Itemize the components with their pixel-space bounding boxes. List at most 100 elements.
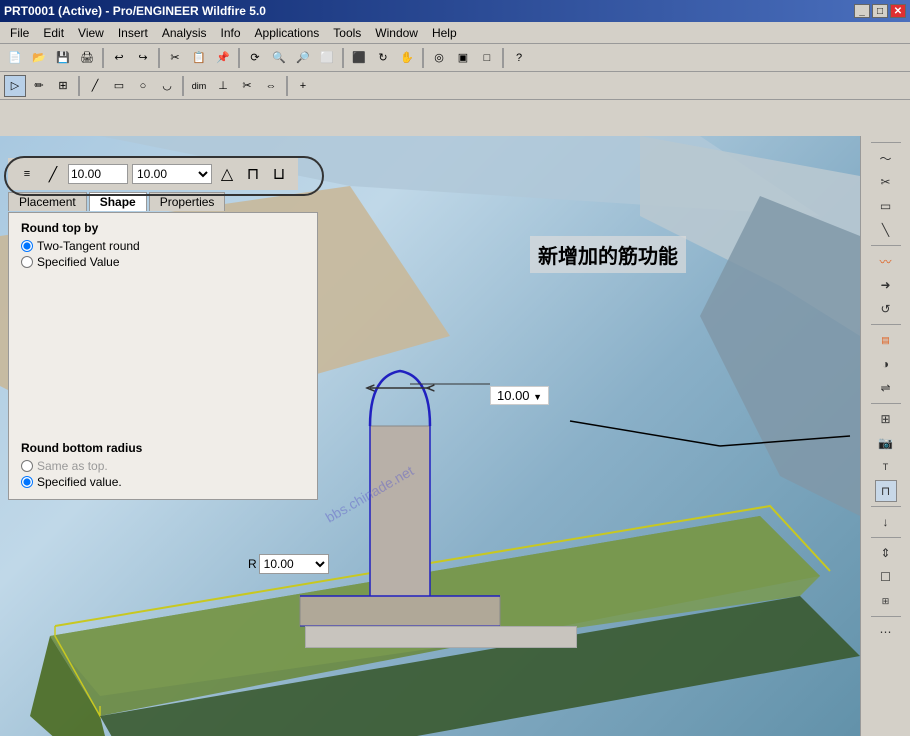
- diagonal-icon[interactable]: ╲: [875, 219, 897, 241]
- tab-shape[interactable]: Shape: [89, 192, 147, 211]
- fit-button[interactable]: ⬜: [316, 47, 338, 69]
- rectangle-icon[interactable]: ▭: [875, 195, 897, 217]
- menu-edit[interactable]: Edit: [37, 24, 70, 42]
- dimension-value-box[interactable]: 10.00 ▼: [490, 386, 549, 405]
- arc2-icon[interactable]: ◑: [875, 353, 897, 375]
- menu-view[interactable]: View: [72, 24, 110, 42]
- new-button[interactable]: 📄: [4, 47, 26, 69]
- cut-button[interactable]: ✂: [164, 47, 186, 69]
- specified-value-radio[interactable]: [21, 256, 33, 268]
- separator3: [238, 48, 240, 68]
- dimension-input[interactable]: 10.00: [68, 164, 128, 184]
- save-button[interactable]: 💾: [52, 47, 74, 69]
- same-as-top-radio[interactable]: [21, 460, 33, 472]
- titlebar: PRT0001 (Active) - Pro/ENGINEER Wildfire…: [0, 0, 910, 22]
- menu-insert[interactable]: Insert: [112, 24, 154, 42]
- scale-icon[interactable]: ⇕: [875, 542, 897, 564]
- select-button[interactable]: ▷: [4, 75, 26, 97]
- separator7: [78, 76, 80, 96]
- rectangle-button[interactable]: ▭: [108, 75, 130, 97]
- two-tangent-label: Two-Tangent round: [37, 239, 140, 253]
- arc-button[interactable]: ◡: [156, 75, 178, 97]
- separator6: [502, 48, 504, 68]
- paste-button[interactable]: 📌: [212, 47, 234, 69]
- help-button[interactable]: ?: [508, 47, 530, 69]
- dim-dropdown[interactable]: 10.00: [132, 164, 212, 184]
- extra1-icon[interactable]: ⋯: [875, 621, 897, 643]
- print-button[interactable]: 🖨: [76, 47, 98, 69]
- menu-applications[interactable]: Applications: [249, 24, 326, 42]
- constraint2-button[interactable]: ⊥: [212, 75, 234, 97]
- down-arrow-icon[interactable]: ↓: [875, 511, 897, 533]
- right-sep7: [871, 616, 901, 617]
- specified-value2-label: Specified value.: [37, 475, 122, 489]
- specified-value2-radio[interactable]: [21, 476, 33, 488]
- constraint-button[interactable]: ⊞: [52, 75, 74, 97]
- close-button[interactable]: ✕: [890, 4, 906, 18]
- menubar: File Edit View Insert Analysis Info Appl…: [0, 22, 910, 44]
- rib-icon[interactable]: ⊓: [875, 480, 897, 502]
- wave-icon[interactable]: 〰: [875, 250, 897, 272]
- feature-toolbar: ≡ ╱ 10.00 10.00 △ ⊓ ⊔: [8, 158, 298, 190]
- gray-bar: [305, 626, 577, 648]
- sketch-line-icon[interactable]: ╱: [42, 163, 64, 185]
- tab-properties[interactable]: Properties: [149, 192, 226, 211]
- menu-analysis[interactable]: Analysis: [156, 24, 213, 42]
- sketch-tool-button[interactable]: ✏: [28, 75, 50, 97]
- box-icon[interactable]: ☐: [875, 566, 897, 588]
- shape-btn2[interactable]: ⊔: [268, 163, 290, 185]
- menu-window[interactable]: Window: [369, 24, 424, 42]
- dim2-icon[interactable]: ▤: [875, 329, 897, 351]
- sketch-spacer: [21, 271, 305, 441]
- zoom-in-button[interactable]: 🔍: [268, 47, 290, 69]
- right-sep4: [871, 403, 901, 404]
- arrow-icon[interactable]: ➜: [875, 274, 897, 296]
- dimension-button[interactable]: dim: [188, 75, 210, 97]
- refresh-button[interactable]: ⟳: [244, 47, 266, 69]
- menu-help[interactable]: Help: [426, 24, 463, 42]
- circle-button[interactable]: ○: [132, 75, 154, 97]
- open-button[interactable]: 📂: [28, 47, 50, 69]
- menu-file[interactable]: File: [4, 24, 35, 42]
- minimize-button[interactable]: _: [854, 4, 870, 18]
- shape-btn1[interactable]: ⊓: [242, 163, 264, 185]
- view3d-button[interactable]: ⬛: [348, 47, 370, 69]
- undo-button[interactable]: ↩: [108, 47, 130, 69]
- right-sep3: [871, 324, 901, 325]
- add-button[interactable]: △: [216, 163, 238, 185]
- dim-dropdown-arrow[interactable]: ▼: [533, 392, 542, 402]
- trim-button[interactable]: ✂: [236, 75, 258, 97]
- menu-tools[interactable]: Tools: [327, 24, 367, 42]
- mirror2-icon[interactable]: ⇌: [875, 377, 897, 399]
- display1-button[interactable]: ◎: [428, 47, 450, 69]
- r-label: R: [248, 557, 257, 571]
- maximize-button[interactable]: □: [872, 4, 888, 18]
- copy-button[interactable]: 📋: [188, 47, 210, 69]
- align-icon[interactable]: ≡: [16, 163, 38, 185]
- zoom-out-button[interactable]: 🔎: [292, 47, 314, 69]
- curve-icon[interactable]: 〜: [875, 147, 897, 169]
- display2-button[interactable]: ▣: [452, 47, 474, 69]
- right-sep1: [871, 142, 901, 143]
- grid-icon[interactable]: ⊞: [875, 590, 897, 612]
- option2-row: Specified Value: [21, 255, 305, 269]
- tab-placement[interactable]: Placement: [8, 192, 87, 211]
- two-tangent-radio[interactable]: [21, 240, 33, 252]
- r-dropdown[interactable]: 10.00: [259, 554, 329, 574]
- pattern-icon[interactable]: ⊞: [875, 408, 897, 430]
- redo-button[interactable]: ↪: [132, 47, 154, 69]
- right-sep2: [871, 245, 901, 246]
- camera-icon[interactable]: 📷: [875, 432, 897, 454]
- menu-info[interactable]: Info: [215, 24, 247, 42]
- display3-button[interactable]: □: [476, 47, 498, 69]
- rotate-button[interactable]: ↻: [372, 47, 394, 69]
- line-button[interactable]: ╱: [84, 75, 106, 97]
- mirror-button2[interactable]: ⇔: [260, 75, 282, 97]
- trim-icon[interactable]: ✂: [875, 171, 897, 193]
- pan-button[interactable]: ✋: [396, 47, 418, 69]
- separator: [102, 48, 104, 68]
- rotate-icon[interactable]: ↺: [875, 298, 897, 320]
- toolbar1: 📄 📂 💾 🖨 ↩ ↪ ✂ 📋 📌 ⟳ 🔍 🔎 ⬜ ⬛ ↻ ✋ ◎ ▣ □ ?: [0, 44, 910, 72]
- text-icon[interactable]: T: [875, 456, 897, 478]
- coord-button[interactable]: +: [292, 75, 314, 97]
